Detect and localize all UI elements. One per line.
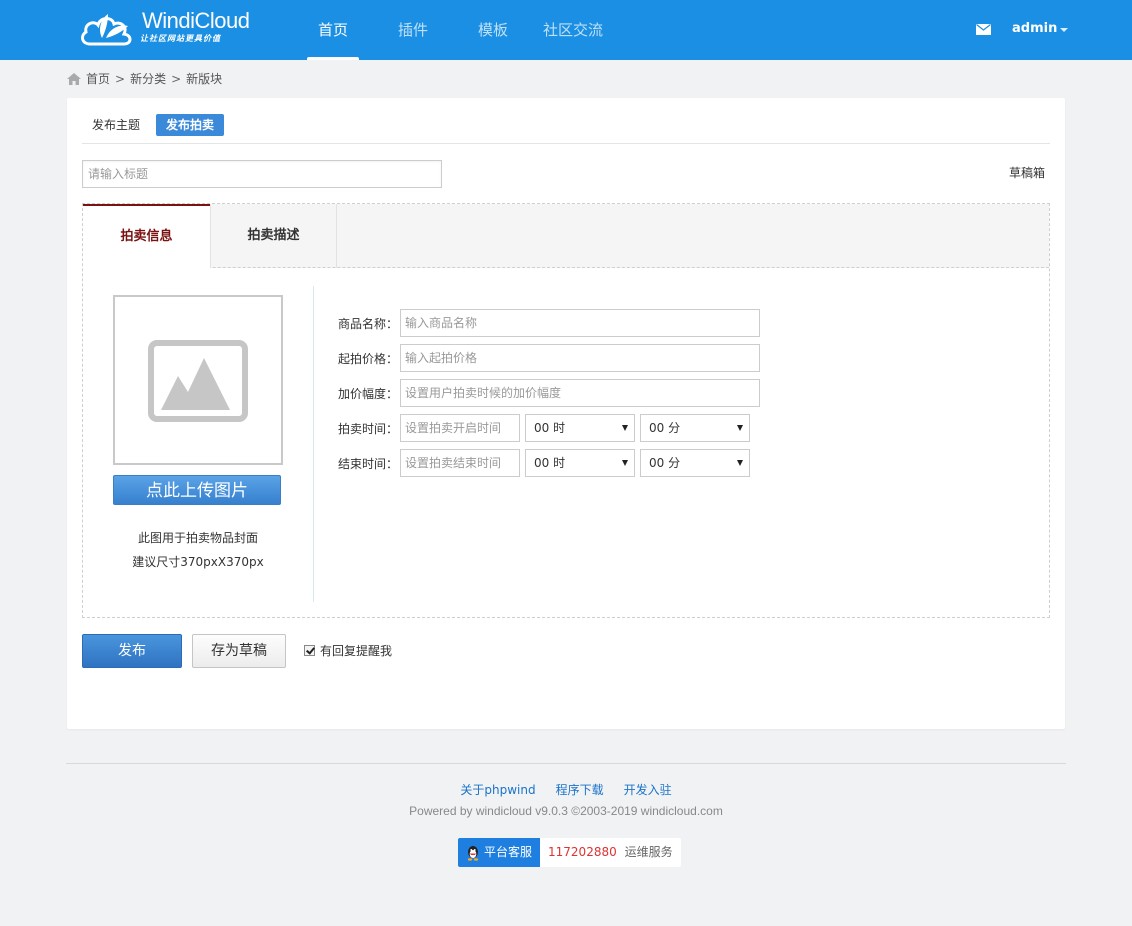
platform-service-button[interactable]: 平台客服 [458, 838, 541, 867]
form-row-increment: 加价幅度： [338, 379, 760, 407]
nav-item-home[interactable]: 首页 [293, 0, 373, 60]
top-navbar: WindiCloud 让社区网站更具价值 首页 插件 模板 社区交流 admin [0, 0, 1132, 60]
end-date-input[interactable] [400, 449, 520, 477]
reply-remind-label: 有回复提醒我 [320, 644, 393, 658]
platform-service: 平台客服 117202880 运维服务 [458, 838, 681, 867]
start-price-label: 起拍价格： [338, 351, 399, 366]
mail-icon[interactable] [976, 24, 991, 35]
product-name-input[interactable] [400, 309, 760, 337]
breadcrumb-board[interactable]: 新版块 [186, 70, 222, 87]
reply-remind-checkbox[interactable] [304, 645, 315, 656]
title-input[interactable] [82, 160, 442, 188]
dropdown-arrow-icon [737, 425, 743, 431]
nav-item-templates[interactable]: 模板 [453, 0, 533, 60]
vertical-divider [313, 286, 314, 602]
tab-auction-info[interactable]: 拍卖信息 [83, 204, 210, 268]
breadcrumb-category[interactable]: 新分类 [130, 70, 166, 87]
post-card: 发布主题 发布拍卖 草稿箱 拍卖信息 拍卖描述 点此上传图片 此图用于拍卖物品封… [67, 98, 1065, 729]
footer-divider [66, 763, 1066, 764]
upload-image-button[interactable]: 点此上传图片 [113, 475, 281, 505]
increment-label: 加价幅度： [338, 386, 399, 401]
editor-tabbar: 拍卖信息 拍卖描述 [83, 204, 1049, 268]
form-row-start-price: 起拍价格： [338, 344, 760, 372]
tab-auction-description[interactable]: 拍卖描述 [210, 204, 337, 268]
end-time-label: 结束时间： [338, 456, 399, 471]
dropdown-arrow-icon [622, 460, 628, 466]
nav-item-community[interactable]: 社区交流 [533, 0, 613, 60]
windicloud-logo[interactable]: WindiCloud 让社区网站更具价值 [80, 6, 260, 52]
main-nav: 首页 插件 模板 社区交流 [293, 0, 613, 60]
breadcrumb-home[interactable]: 首页 [86, 70, 110, 87]
footer-link-about[interactable]: 关于phpwind [460, 781, 535, 798]
brand-name: WindiCloud [142, 8, 250, 33]
footer-links: 关于phpwind 程序下载 开发入驻 [0, 781, 1132, 798]
increment-input[interactable] [400, 379, 760, 407]
service-text: 运维服务 [624, 845, 673, 859]
dropdown-arrow-icon [622, 425, 628, 431]
tab-post-topic[interactable]: 发布主题 [82, 114, 150, 136]
reply-remind-option[interactable]: 有回复提醒我 [304, 642, 392, 659]
publish-button[interactable]: 发布 [82, 634, 182, 668]
chevron-down-icon [1060, 27, 1069, 32]
username: admin [1012, 21, 1058, 36]
start-price-input[interactable] [400, 344, 760, 372]
start-minute-select[interactable]: 00 分 [640, 414, 750, 442]
home-icon [67, 72, 81, 85]
form-row-start-time: 拍卖时间： 00 时 00 分 [338, 414, 750, 442]
service-contact: 117202880 运维服务 [540, 838, 681, 867]
draft-box-link[interactable]: 草稿箱 [1009, 164, 1045, 181]
dropdown-arrow-icon [737, 460, 743, 466]
post-type-tabs: 发布主题 发布拍卖 [82, 114, 1050, 144]
powered-by-text: Powered by windicloud v9.0.3 ©2003-2019 … [409, 804, 723, 818]
tab-post-auction[interactable]: 发布拍卖 [156, 114, 225, 136]
cover-image-placeholder[interactable] [113, 295, 283, 465]
upload-note: 此图用于拍卖物品封面 [137, 531, 258, 545]
start-hour-select[interactable]: 00 时 [525, 414, 635, 442]
end-hour-value: 00 时 [534, 456, 566, 470]
nav-item-plugins[interactable]: 插件 [373, 0, 453, 60]
start-time-label: 拍卖时间： [338, 421, 399, 436]
service-number[interactable]: 117202880 [548, 845, 617, 859]
footer-link-download[interactable]: 程序下载 [556, 781, 604, 798]
auction-editor: 拍卖信息 拍卖描述 点此上传图片 此图用于拍卖物品封面 建议尺寸370pxX37… [82, 203, 1050, 618]
end-hour-select[interactable]: 00 时 [525, 449, 635, 477]
footer-link-developers[interactable]: 开发入驻 [624, 781, 672, 798]
upload-size-note: 建议尺寸370pxX370px [132, 555, 264, 569]
breadcrumb: 首页 > 新分类 > 新版块 [66, 70, 222, 87]
breadcrumb-separator: > [115, 71, 126, 86]
end-minute-select[interactable]: 00 分 [640, 449, 750, 477]
form-row-end-time: 结束时间： 00 时 00 分 [338, 449, 750, 477]
start-hour-value: 00 时 [534, 421, 566, 435]
user-menu[interactable]: admin [1012, 21, 1069, 36]
breadcrumb-separator: > [171, 71, 182, 86]
brand-tagline: 让社区网站更具价值 [140, 34, 221, 43]
qq-penguin-icon [467, 845, 479, 861]
platform-service-label: 平台客服 [484, 845, 533, 859]
product-name-label: 商品名称： [338, 316, 399, 331]
form-row-product-name: 商品名称： [338, 309, 760, 337]
image-placeholder-icon [148, 340, 248, 422]
cloud-leaf-icon [81, 14, 132, 46]
save-draft-button[interactable]: 存为草稿 [192, 634, 286, 668]
start-date-input[interactable] [400, 414, 520, 442]
start-minute-value: 00 分 [649, 421, 681, 435]
end-minute-value: 00 分 [649, 456, 681, 470]
